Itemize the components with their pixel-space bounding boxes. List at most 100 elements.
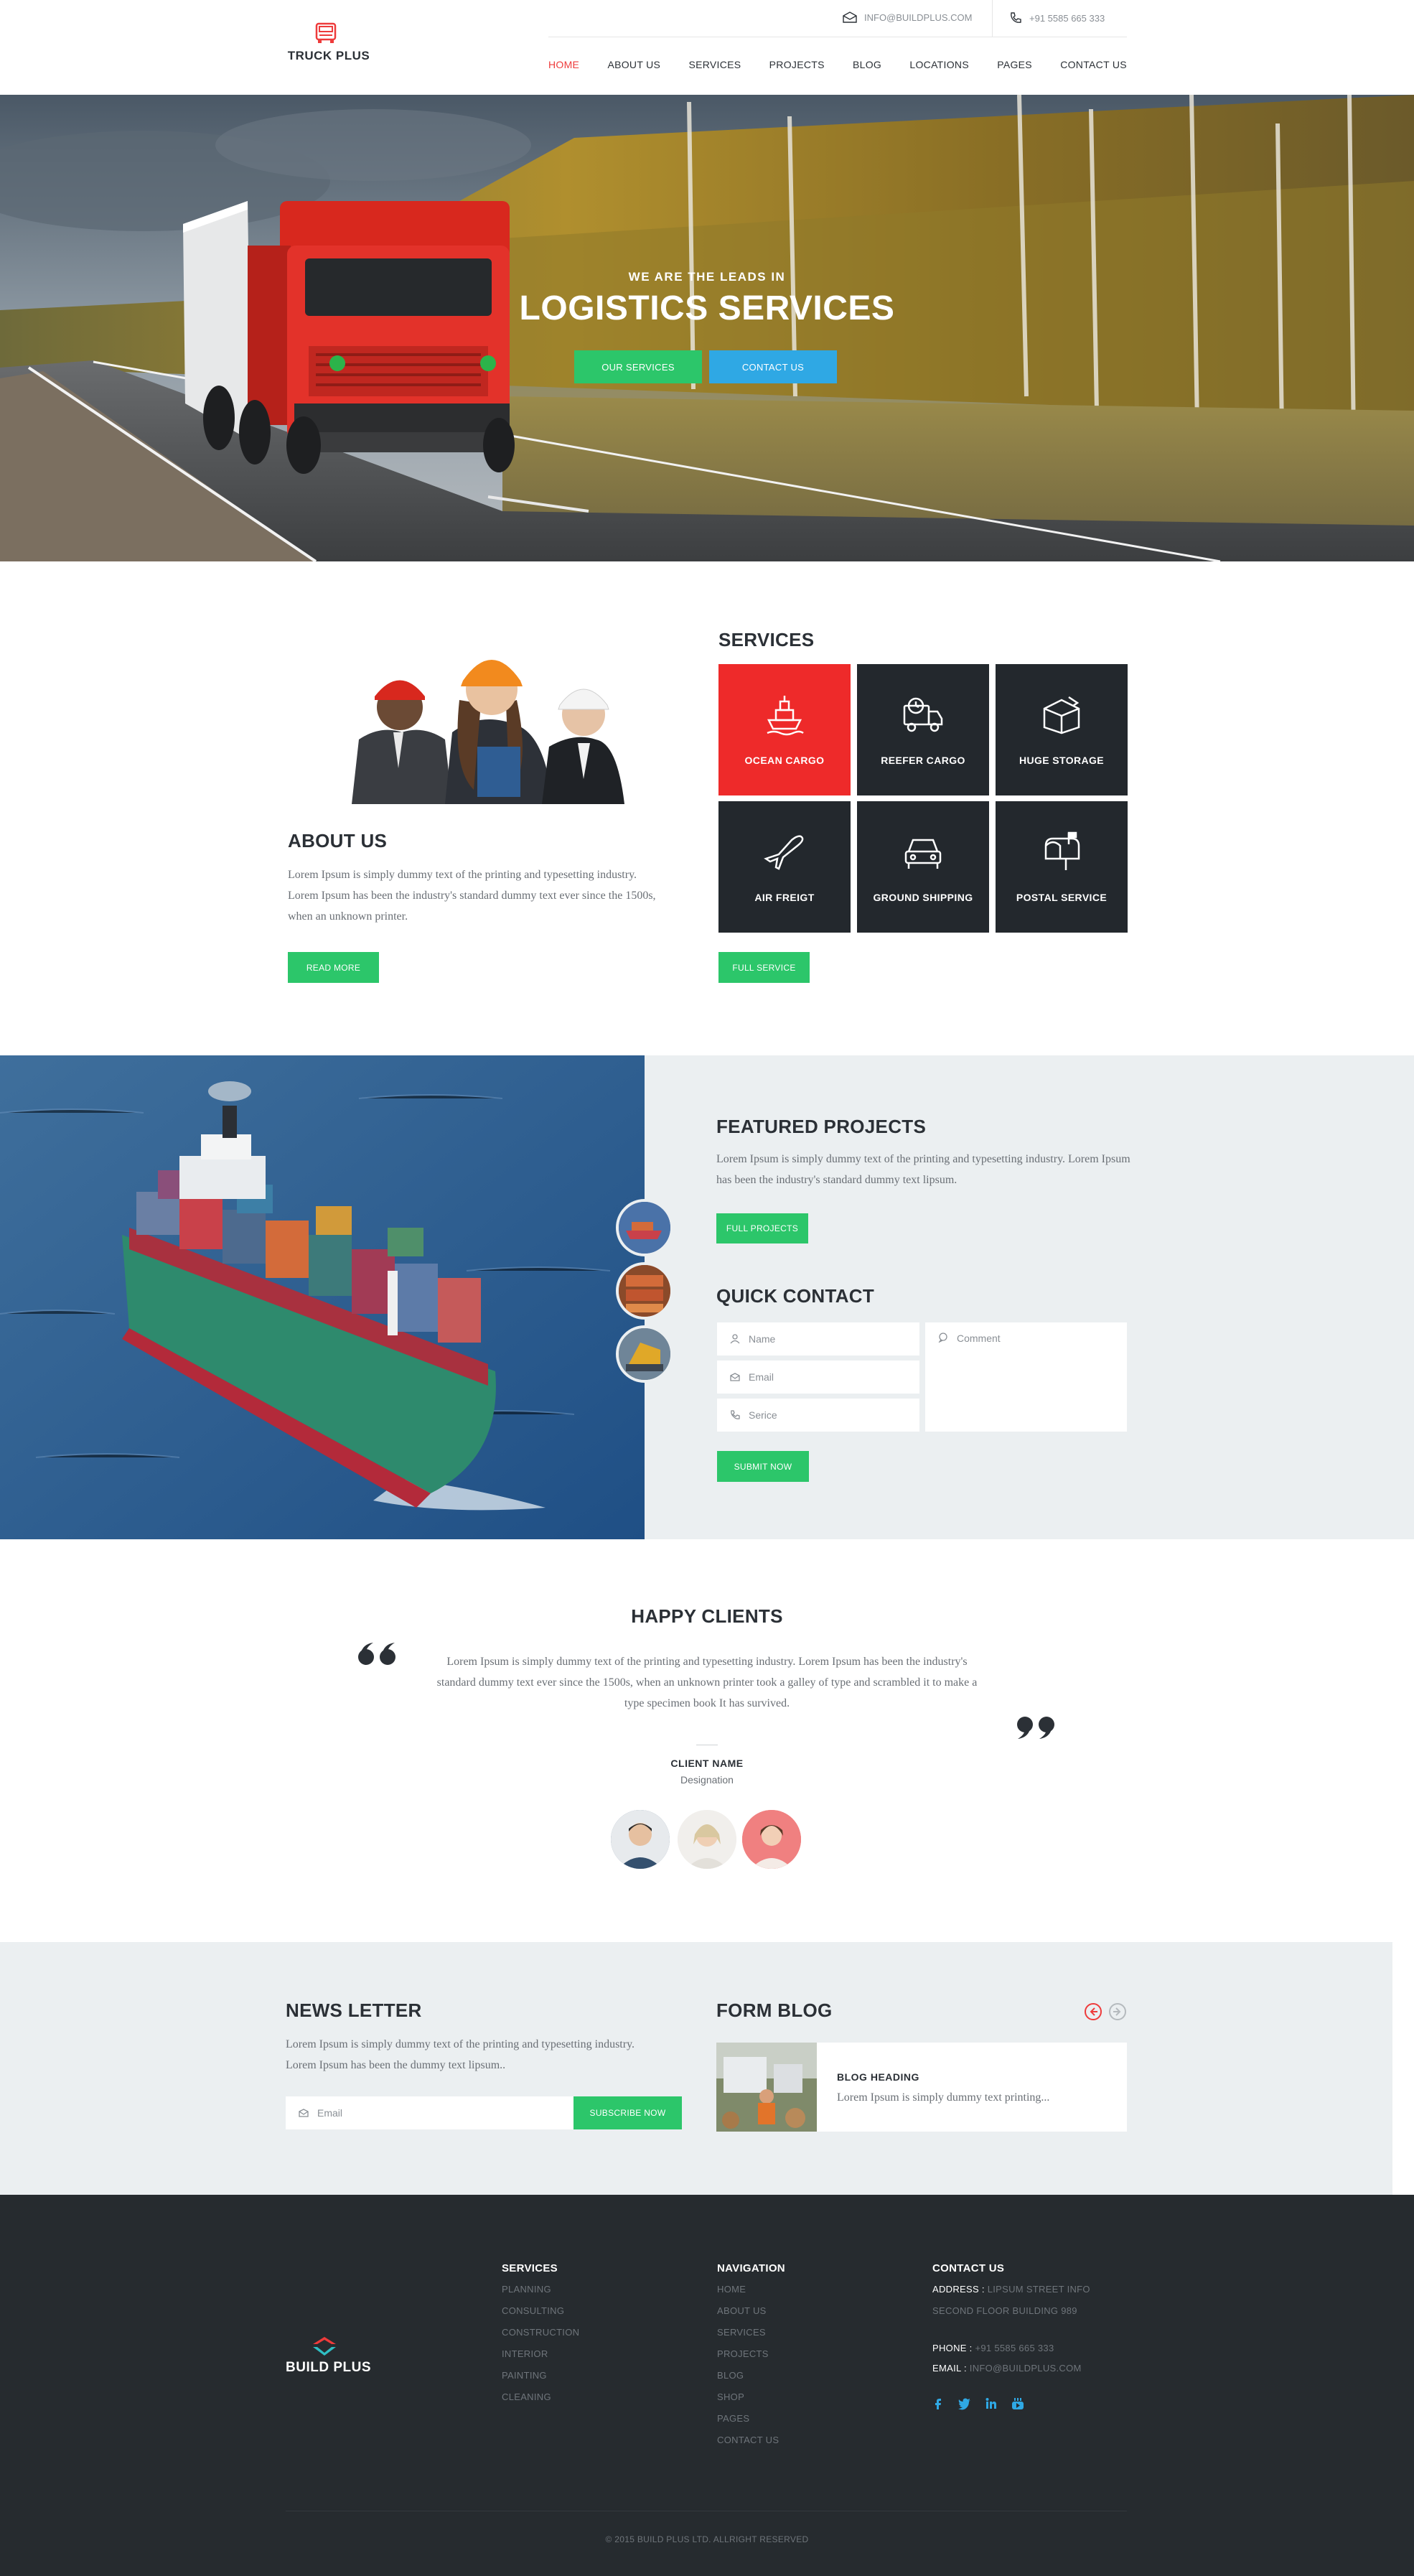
footer-service-link[interactable]: CONSULTING bbox=[502, 2305, 564, 2316]
phone-icon bbox=[731, 1410, 740, 1419]
footer-email-label: EMAIL : bbox=[932, 2363, 967, 2374]
service-label: AIR FREIGT bbox=[754, 892, 815, 903]
footer-service-link[interactable]: PLANNING bbox=[502, 2284, 551, 2295]
footer-nav-link[interactable]: SERVICES bbox=[717, 2327, 766, 2338]
woman-avatar-image bbox=[678, 1810, 736, 1869]
featured-projects-text: Lorem Ipsum is simply dummy text of the … bbox=[716, 1153, 1130, 1186]
submit-now-button[interactable]: SUBMIT NOW bbox=[717, 1451, 809, 1482]
brand-name[interactable]: TRUCK PLUS bbox=[286, 49, 372, 63]
footer-service-link[interactable]: INTERIOR bbox=[502, 2348, 548, 2359]
next-arrow-icon[interactable] bbox=[1108, 2002, 1127, 2021]
site-header: TRUCK PLUS INFO@BUILDPLUS.COM +91 5585 6… bbox=[0, 0, 1414, 95]
quick-contact-title: QUICK CONTACT bbox=[716, 1285, 875, 1307]
airplane-icon bbox=[764, 835, 804, 870]
about-title: ABOUT US bbox=[288, 830, 388, 851]
email-placeholder: Email bbox=[749, 1371, 774, 1383]
footer-nav-link[interactable]: SHOP bbox=[717, 2391, 744, 2402]
nav-locations[interactable]: LOCATIONS bbox=[909, 59, 969, 70]
car-icon bbox=[904, 839, 942, 869]
footer-service-link[interactable]: PAINTING bbox=[502, 2370, 547, 2381]
envelope-icon bbox=[299, 2109, 309, 2117]
nav-services[interactable]: SERVICES bbox=[688, 59, 741, 70]
newsletter-text: Lorem Ipsum is simply dummy text of the … bbox=[286, 2038, 635, 2071]
subscribe-now-button[interactable]: SUBSCRIBE NOW bbox=[573, 2096, 682, 2129]
service-label: OCEAN CARGO bbox=[744, 755, 825, 766]
footer-contact-title: CONTACT US bbox=[932, 2262, 1005, 2274]
service-reefer-cargo[interactable]: REEFER CARGO bbox=[857, 664, 989, 795]
hero-truck-landscape-image bbox=[0, 95, 1414, 561]
footer-email-value[interactable]: INFO@BUILDPLUS.COM bbox=[970, 2363, 1082, 2374]
project-thumbnail[interactable] bbox=[616, 1262, 673, 1320]
project-thumbnail[interactable] bbox=[616, 1199, 673, 1256]
newsletter-email-field[interactable]: Email bbox=[286, 2096, 573, 2129]
build-plus-logo-icon[interactable] bbox=[310, 2335, 339, 2356]
footer-nav-link[interactable]: HOME bbox=[717, 2284, 746, 2295]
newsletter-email-placeholder: Email bbox=[317, 2107, 343, 2119]
ship-icon bbox=[767, 696, 804, 736]
nav-blog[interactable]: BLOG bbox=[853, 59, 881, 70]
footer-nav-link[interactable]: PAGES bbox=[717, 2413, 749, 2424]
service-field[interactable]: Serice bbox=[717, 1399, 919, 1432]
service-postal[interactable]: POSTAL SERVICE bbox=[996, 801, 1128, 933]
our-services-button[interactable]: OUR SERVICES bbox=[574, 350, 702, 383]
blog-post-heading: BLOG HEADING bbox=[837, 2071, 919, 2083]
client-avatar[interactable] bbox=[742, 1810, 801, 1869]
footer-brand[interactable]: BUILD PLUS bbox=[286, 2360, 371, 2376]
client-designation: Designation bbox=[680, 1774, 734, 1786]
footer-address-line1: LIPSUM STREET INFO bbox=[987, 2284, 1090, 2295]
prev-arrow-icon[interactable] bbox=[1084, 2002, 1102, 2021]
topbar-divider bbox=[992, 0, 993, 37]
about-text: Lorem Ipsum is simply dummy text of the … bbox=[288, 869, 656, 923]
hero-contact-us-button[interactable]: CONTACT US bbox=[709, 350, 837, 383]
client-avatar[interactable] bbox=[611, 1810, 670, 1869]
footer-service-link[interactable]: CLEANING bbox=[502, 2391, 551, 2402]
service-huge-storage[interactable]: HUGE STORAGE bbox=[996, 664, 1128, 795]
top-phone[interactable]: +91 5585 665 333 bbox=[1009, 11, 1105, 24]
phone-icon bbox=[1011, 12, 1021, 23]
full-service-button[interactable]: FULL SERVICE bbox=[718, 952, 810, 983]
services-title: SERVICES bbox=[718, 629, 815, 650]
main-nav: HOME ABOUT US SERVICES PROJECTS BLOG LOC… bbox=[548, 59, 1127, 70]
youtube-icon[interactable] bbox=[1011, 2397, 1024, 2410]
read-more-button[interactable]: READ MORE bbox=[288, 952, 379, 983]
top-email[interactable]: INFO@BUILDPLUS.COM bbox=[843, 11, 972, 23]
nav-projects[interactable]: PROJECTS bbox=[769, 59, 825, 70]
twitter-icon[interactable] bbox=[958, 2397, 971, 2410]
service-ground-shipping[interactable]: GROUND SHIPPING bbox=[857, 801, 989, 933]
nav-contact-us[interactable]: CONTACT US bbox=[1060, 59, 1127, 70]
envelope-icon bbox=[843, 11, 857, 23]
nav-pages[interactable]: PAGES bbox=[997, 59, 1032, 70]
footer-nav-link[interactable]: CONTACT US bbox=[717, 2435, 779, 2445]
linkedin-icon[interactable] bbox=[985, 2397, 997, 2410]
hero-kicker: WE ARE THE LEADS IN bbox=[628, 270, 786, 284]
mailbox-icon bbox=[1044, 831, 1080, 870]
email-field[interactable]: Email bbox=[717, 1361, 919, 1394]
envelope-icon bbox=[730, 1373, 740, 1381]
man-avatar-image bbox=[611, 1810, 670, 1869]
cargo-ship-image bbox=[0, 1055, 645, 1539]
name-field[interactable]: Name bbox=[717, 1322, 919, 1355]
blog-post-card[interactable]: BLOG HEADING Lorem Ipsum is simply dummy… bbox=[716, 2043, 1127, 2132]
footer-service-link[interactable]: CONSTRUCTION bbox=[502, 2327, 579, 2338]
project-thumbnail[interactable] bbox=[616, 1325, 673, 1383]
client-avatar[interactable] bbox=[678, 1810, 736, 1869]
service-air-freight[interactable]: AIR FREIGT bbox=[718, 801, 851, 933]
top-contact-bar: INFO@BUILDPLUS.COM +91 5585 665 333 bbox=[548, 0, 1127, 37]
footer-nav-link[interactable]: BLOG bbox=[717, 2370, 744, 2381]
social-links bbox=[932, 2397, 1024, 2410]
footer-phone: PHONE : +91 5585 665 333 bbox=[932, 2343, 1054, 2353]
truck-logo-icon[interactable] bbox=[313, 22, 339, 45]
full-projects-button[interactable]: FULL PROJECTS bbox=[716, 1213, 808, 1243]
footer-nav-link[interactable]: ABOUT US bbox=[717, 2305, 767, 2316]
nav-home[interactable]: HOME bbox=[548, 59, 579, 70]
footer-phone-value: +91 5585 665 333 bbox=[975, 2343, 1054, 2353]
service-ocean-cargo[interactable]: OCEAN CARGO bbox=[718, 664, 851, 795]
team-photo-image bbox=[352, 660, 624, 804]
footer-address-line2: SECOND FLOOR BUILDING 989 bbox=[932, 2305, 1077, 2316]
footer-services-title: SERVICES bbox=[502, 2262, 558, 2274]
nav-about-us[interactable]: ABOUT US bbox=[607, 59, 660, 70]
comment-field[interactable]: Comment bbox=[925, 1322, 1127, 1432]
footer-nav-link[interactable]: PROJECTS bbox=[717, 2348, 769, 2359]
footer-phone-label: PHONE : bbox=[932, 2343, 973, 2353]
facebook-icon[interactable] bbox=[932, 2397, 944, 2410]
